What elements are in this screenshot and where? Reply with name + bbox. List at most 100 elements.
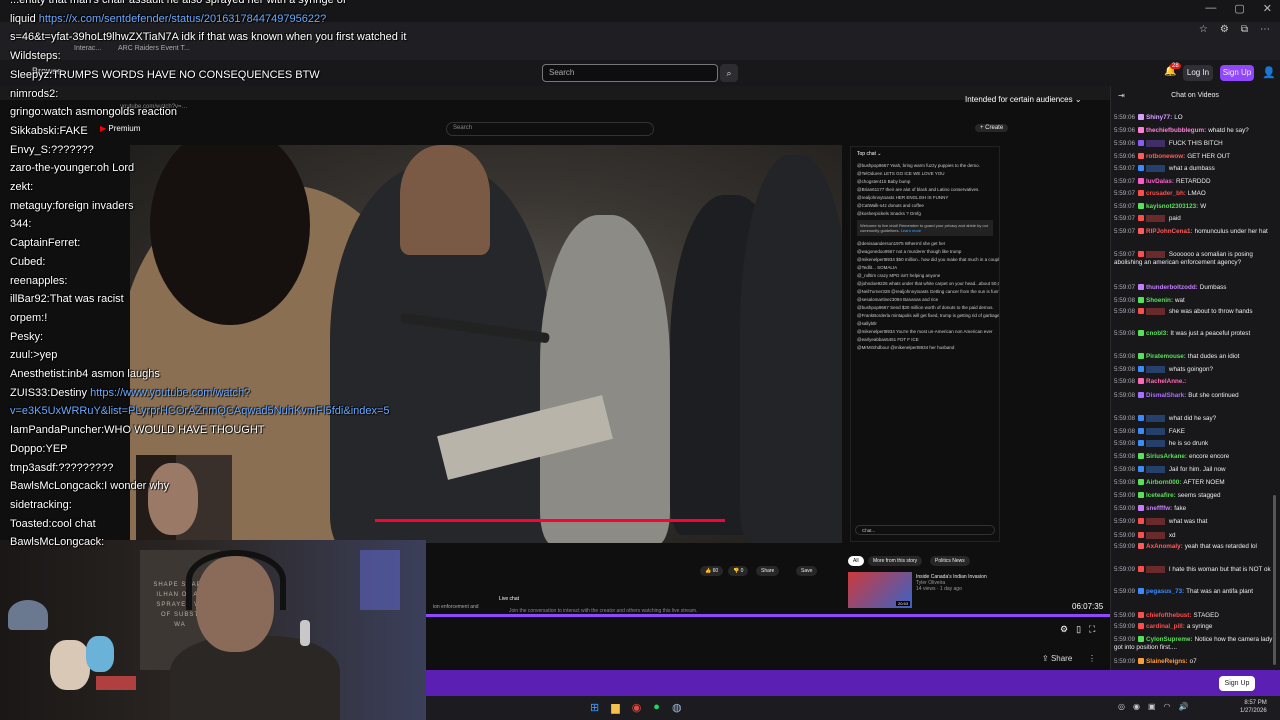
chat-timestamp: 5:59:08 (1114, 308, 1136, 315)
chat-badge-icon (1138, 636, 1145, 643)
chat-username[interactable] (1146, 518, 1165, 525)
bookmark-item[interactable]: ARC Raiders Event T... (118, 42, 190, 56)
chat-username[interactable]: rotbonewow: (1146, 153, 1185, 160)
chat-username[interactable] (1146, 366, 1165, 373)
tray-icon[interactable]: ◎ (1118, 702, 1125, 711)
spotify-icon[interactable]: ● (653, 701, 660, 714)
chat-username[interactable]: SiriusArkane: (1146, 453, 1187, 460)
bookmark-star-icon[interactable]: ☆ (1199, 24, 1208, 35)
chat-username[interactable]: crusader_bh: (1146, 190, 1186, 197)
chat-username[interactable] (1146, 566, 1165, 573)
chat-username[interactable]: cnobl3: (1146, 330, 1168, 337)
chat-username[interactable]: luvDalas: (1146, 178, 1174, 185)
chat-username[interactable]: SlaineReigns: (1146, 658, 1188, 665)
right-man-figure (740, 155, 842, 543)
chat-username[interactable]: Iceteafire: (1146, 492, 1176, 499)
overlay-chat-link[interactable]: https://www.youtube.com/watch? (90, 387, 250, 399)
twitch-video-progress[interactable] (426, 614, 1110, 617)
chat-username[interactable]: Shiny77: (1146, 114, 1172, 121)
chat-username[interactable] (1146, 165, 1165, 172)
audience-notice[interactable]: Intended for certain audiences ⌄ (965, 95, 1082, 104)
minimize-button[interactable]: — (1205, 2, 1216, 15)
extensions-icon[interactable]: ⚙ (1220, 24, 1229, 35)
chat-username[interactable]: CylonSupreme: (1146, 636, 1193, 643)
chat-message: 5:59:07 thunderboltzodd: Dumbass (1114, 284, 1274, 292)
yt-chat-line: @Tedlit... SOMALIA (857, 264, 898, 270)
maximize-button[interactable]: ▢ (1234, 2, 1244, 15)
like-count: 60 (712, 568, 719, 574)
steam-icon[interactable]: ◍ (672, 701, 682, 714)
signup-button[interactable]: Sign Up (1220, 65, 1254, 81)
yt-chat-line: @_rolltim crazy MPD isn't helping anyone (857, 272, 941, 278)
chat-username[interactable]: DismalShark: (1146, 392, 1186, 399)
chat-username[interactable]: pegasus_73: (1146, 588, 1184, 595)
twitch-share-button[interactable]: ⇪ Share (1042, 654, 1072, 663)
fullscreen-icon[interactable]: ⛶ (1089, 624, 1095, 635)
chat-username[interactable] (1146, 215, 1165, 222)
chat-username[interactable]: RIPJohnCena1: (1146, 228, 1193, 235)
chat-username[interactable]: thunderboltzodd: (1146, 284, 1198, 291)
chat-username[interactable] (1146, 466, 1165, 473)
chat-username[interactable] (1146, 308, 1165, 315)
overlay-chat-text: Destiny (50, 386, 91, 399)
chat-username[interactable]: thechiefbubblegum: (1146, 127, 1206, 134)
browser-menu-icon[interactable]: ⋯ (1260, 24, 1270, 35)
twitch-search-input[interactable]: Search (542, 64, 718, 82)
overlay-chat-line: liquid https://x.com/sentdefender/status… (10, 13, 326, 25)
chat-username[interactable]: cardinal_pill: (1146, 623, 1185, 630)
bookmark-item[interactable]: Interac... (74, 42, 101, 56)
overlay-chat-username: nimrods2: (10, 87, 59, 100)
search-icon[interactable]: ⌕ (720, 64, 738, 82)
taskbar-clock[interactable]: 8:57 PM 1/27/2026 (1240, 699, 1267, 715)
chat-message: 5:59:07 luvDalas: RETARDDD (1114, 178, 1274, 186)
user-icon[interactable]: 👤 (1262, 66, 1276, 79)
volume-icon[interactable]: 🔊 (1179, 702, 1189, 711)
youtube-live-chat: Top chat ⌄ @bushpop9667 Yeah, bring warm… (850, 146, 1000, 542)
windows-start-icon[interactable]: ⊞ (590, 701, 599, 714)
tray-icon[interactable]: ◉ (1133, 702, 1140, 711)
chat-badge-icon (1138, 330, 1145, 337)
tray-icon[interactable]: ▣ (1148, 702, 1156, 711)
tab-search-icon[interactable]: ⧉ (1241, 24, 1248, 35)
chat-text: fake (1174, 505, 1187, 512)
figurine (86, 636, 114, 672)
chat-message: 5:59:07 crusader_bh: LMAO (1114, 190, 1274, 198)
overlay-chat-username: IamPandaPuncher: (10, 424, 105, 437)
file-explorer-icon[interactable]: ▆ (611, 701, 619, 714)
youtube-create-button: + Create (975, 124, 1009, 132)
chat-badge-icon (1138, 178, 1145, 185)
chat-username[interactable] (1146, 415, 1165, 422)
chat-username[interactable] (1146, 251, 1165, 258)
chat-username[interactable] (1146, 532, 1165, 539)
chat-username[interactable] (1146, 440, 1165, 447)
chrome-icon[interactable]: ◉ (632, 701, 642, 714)
chat-message: 5:59:07 RIPJohnCena1: homunculus under her… (1114, 228, 1274, 236)
chat-username[interactable]: RachelAnne.: (1146, 378, 1186, 385)
chat-message: 5:59:08 Shoenin: wat (1114, 297, 1274, 305)
settings-icon[interactable]: ⚙ (1060, 624, 1068, 635)
theatre-mode-icon[interactable]: ▯ (1076, 624, 1081, 635)
chat-username[interactable]: chiefofthebust: (1146, 612, 1191, 619)
chat-username[interactable] (1146, 140, 1165, 147)
chat-username[interactable]: kayisnot2303123: (1146, 203, 1198, 210)
wifi-icon[interactable]: ◠ (1164, 702, 1171, 711)
chat-timestamp: 5:59:06 (1114, 127, 1136, 134)
chat-username[interactable]: AxAnomaly: (1146, 543, 1183, 550)
chat-username[interactable]: Airborn000: (1146, 479, 1181, 486)
chat-username[interactable]: Shoenin: (1146, 297, 1173, 304)
more-options-icon[interactable]: ⋮ (1088, 654, 1096, 663)
chat-badge-icon (1138, 505, 1145, 512)
overlay-chat-link[interactable]: v=e3K5UxWRRuY&list=PLyrprHCOrAZnmQCAqwad… (10, 405, 390, 417)
banner-signup-button[interactable]: Sign Up (1219, 676, 1255, 691)
login-button[interactable]: Log In (1183, 65, 1213, 81)
close-window-button[interactable]: ✕ (1263, 2, 1272, 15)
chat-username[interactable] (1146, 428, 1165, 435)
overlay-chat-text: idk if that was known when you first wat… (181, 31, 407, 44)
overlay-chat-link[interactable]: https://x.com/sentdefender/status/201631… (39, 13, 326, 25)
chat-timestamp: 5:59:09 (1114, 623, 1136, 630)
chat-message: 5:59:09 AxAnomaly: yeah that was retarded … (1114, 543, 1274, 551)
chat-username[interactable]: sneffffw: (1146, 505, 1172, 512)
chat-text: STAGED (1193, 612, 1219, 619)
chat-username[interactable]: Piratemouse: (1146, 353, 1186, 360)
rec-duration: 20:53 (895, 601, 910, 606)
